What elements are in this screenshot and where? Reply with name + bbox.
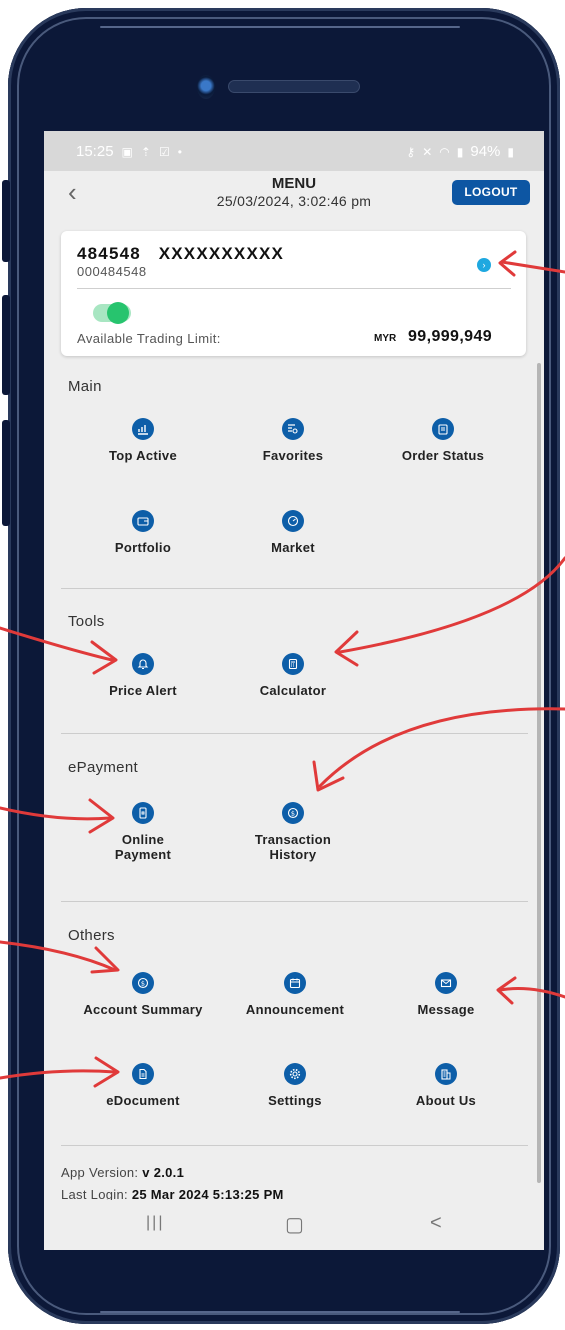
- menu-item-calculator[interactable]: Calculator: [218, 653, 368, 698]
- menu-item-label: Calculator: [259, 683, 327, 698]
- menu-item-announcement[interactable]: Announcement: [220, 972, 370, 1017]
- wallet-icon: [132, 510, 154, 532]
- chart-icon: [132, 418, 154, 440]
- menu-item-portfolio[interactable]: Portfolio: [68, 510, 218, 555]
- frame-highlight: [100, 1311, 460, 1313]
- clock: 15:25: [76, 143, 114, 160]
- home-icon[interactable]: ▢: [285, 1212, 304, 1237]
- recent-apps-icon[interactable]: |||: [146, 1214, 164, 1232]
- phone-side-button: [2, 295, 10, 395]
- document-icon: [132, 1063, 154, 1085]
- app-screen: 15:25 ▣ ⇡ ☑ • ⚷ ✕ ◠ ▮ 94% ▮ ‹ MENU 25/03…: [44, 131, 544, 1250]
- dollar-history-icon: $: [282, 802, 304, 824]
- section-divider: [61, 1145, 528, 1146]
- menu-item-favorites[interactable]: Favorites: [218, 418, 368, 463]
- battery-level: 94%: [470, 143, 501, 160]
- phone-side-button: [2, 180, 10, 262]
- menu-item-transaction-history[interactable]: $ Transaction History: [218, 802, 368, 862]
- frame-highlight: [100, 26, 460, 28]
- search-list-icon: [282, 418, 304, 440]
- key-icon: ⚷: [406, 144, 416, 159]
- menu-item-price-alert[interactable]: Price Alert: [68, 653, 218, 698]
- account-number: 000484548: [77, 264, 147, 279]
- menu-item-message[interactable]: Message: [371, 972, 521, 1017]
- svg-text:$: $: [141, 980, 145, 988]
- menu-item-label: Transaction History: [218, 832, 368, 862]
- account-select-chevron-icon[interactable]: ›: [477, 258, 491, 272]
- section-divider: [61, 901, 528, 902]
- section-title-tools: Tools: [68, 613, 105, 630]
- building-icon: [435, 1063, 457, 1085]
- menu-item-online-payment[interactable]: Online Payment: [68, 802, 218, 862]
- label-line: History: [269, 847, 317, 862]
- menu-item-label: eDocument: [106, 1093, 180, 1108]
- label-line: Payment: [114, 847, 172, 862]
- menu-item-label: Favorites: [262, 448, 324, 463]
- menu-item-label: About Us: [415, 1093, 477, 1108]
- menu-item-label: Online Payment: [68, 832, 218, 862]
- wifi-icon: ◠: [439, 144, 450, 159]
- phone-payment-icon: [132, 802, 154, 824]
- signal-icon: ▮: [456, 144, 464, 159]
- menu-item-edocument[interactable]: eDocument: [68, 1063, 218, 1108]
- upload-icon: ⇡: [140, 144, 151, 159]
- envelope-icon: [435, 972, 457, 994]
- calendar-icon: [284, 972, 306, 994]
- trading-limit-label: Available Trading Limit:: [77, 331, 221, 346]
- label-line: Transaction: [254, 832, 332, 847]
- mute-icon: ✕: [422, 144, 433, 159]
- earpiece-speaker: [228, 80, 360, 93]
- card-divider: [77, 288, 511, 289]
- app-version-value: v 2.0.1: [142, 1165, 185, 1180]
- menu-item-label: Settings: [268, 1093, 322, 1108]
- toggle-knob[interactable]: [107, 302, 129, 324]
- label-line: Online: [121, 832, 165, 847]
- gallery-icon: ▣: [121, 144, 133, 159]
- app-version-label: App Version:: [61, 1165, 139, 1180]
- menu-item-label: Order Status: [401, 448, 485, 463]
- gear-icon: [284, 1063, 306, 1085]
- account-name: 484548 XXXXXXXXXX: [77, 244, 285, 263]
- clipboard-icon: [432, 418, 454, 440]
- section-title-epayment: ePayment: [68, 759, 138, 776]
- menu-item-settings[interactable]: Settings: [220, 1063, 370, 1108]
- trading-limit-value: 99,999,949: [408, 328, 493, 345]
- phone-side-button: [2, 420, 10, 526]
- dot-icon: •: [177, 144, 182, 159]
- menu-item-order-status[interactable]: Order Status: [368, 418, 518, 463]
- front-camera: [197, 75, 215, 99]
- menu-item-label: Portfolio: [114, 540, 172, 555]
- menu-item-label: Message: [417, 1002, 475, 1017]
- status-bar: 15:25 ▣ ⇡ ☑ • ⚷ ✕ ◠ ▮ 94% ▮: [44, 131, 544, 171]
- header-bar: ‹ MENU 25/03/2024, 3:02:46 pm LOGOUT: [44, 171, 544, 221]
- bell-icon: [132, 653, 154, 675]
- menu-item-about-us[interactable]: About Us: [371, 1063, 521, 1108]
- menu-item-top-active[interactable]: Top Active: [68, 418, 218, 463]
- battery-icon: ▮: [507, 144, 514, 159]
- menu-item-label: Top Active: [108, 448, 177, 463]
- menu-item-label: Price Alert: [109, 683, 177, 698]
- back-nav-icon[interactable]: <: [430, 1212, 442, 1235]
- dollar-coin-icon: $: [132, 972, 154, 994]
- mail-icon: ☑: [158, 144, 170, 159]
- menu-item-account-summary[interactable]: $ Account Summary: [68, 972, 218, 1017]
- section-title-main: Main: [68, 378, 102, 395]
- section-title-others: Others: [68, 927, 115, 944]
- menu-item-market[interactable]: Market: [218, 510, 368, 555]
- section-divider: [61, 588, 528, 589]
- app-version: App Version: v 2.0.1: [61, 1165, 184, 1180]
- scrollbar[interactable]: [537, 363, 541, 1183]
- section-divider: [61, 733, 528, 734]
- logout-button[interactable]: LOGOUT: [452, 180, 530, 205]
- menu-item-label: Market: [271, 540, 315, 555]
- svg-text:$: $: [291, 810, 295, 818]
- trading-limit-currency: MYR: [374, 333, 397, 344]
- calculator-icon: [282, 653, 304, 675]
- menu-item-label: Account Summary: [83, 1002, 203, 1017]
- account-card[interactable]: 484548 XXXXXXXXXX 000484548 › Available …: [61, 231, 526, 356]
- gauge-icon: [282, 510, 304, 532]
- menu-item-label: Announcement: [245, 1002, 345, 1017]
- system-nav-bar: ||| ▢ <: [44, 1200, 544, 1250]
